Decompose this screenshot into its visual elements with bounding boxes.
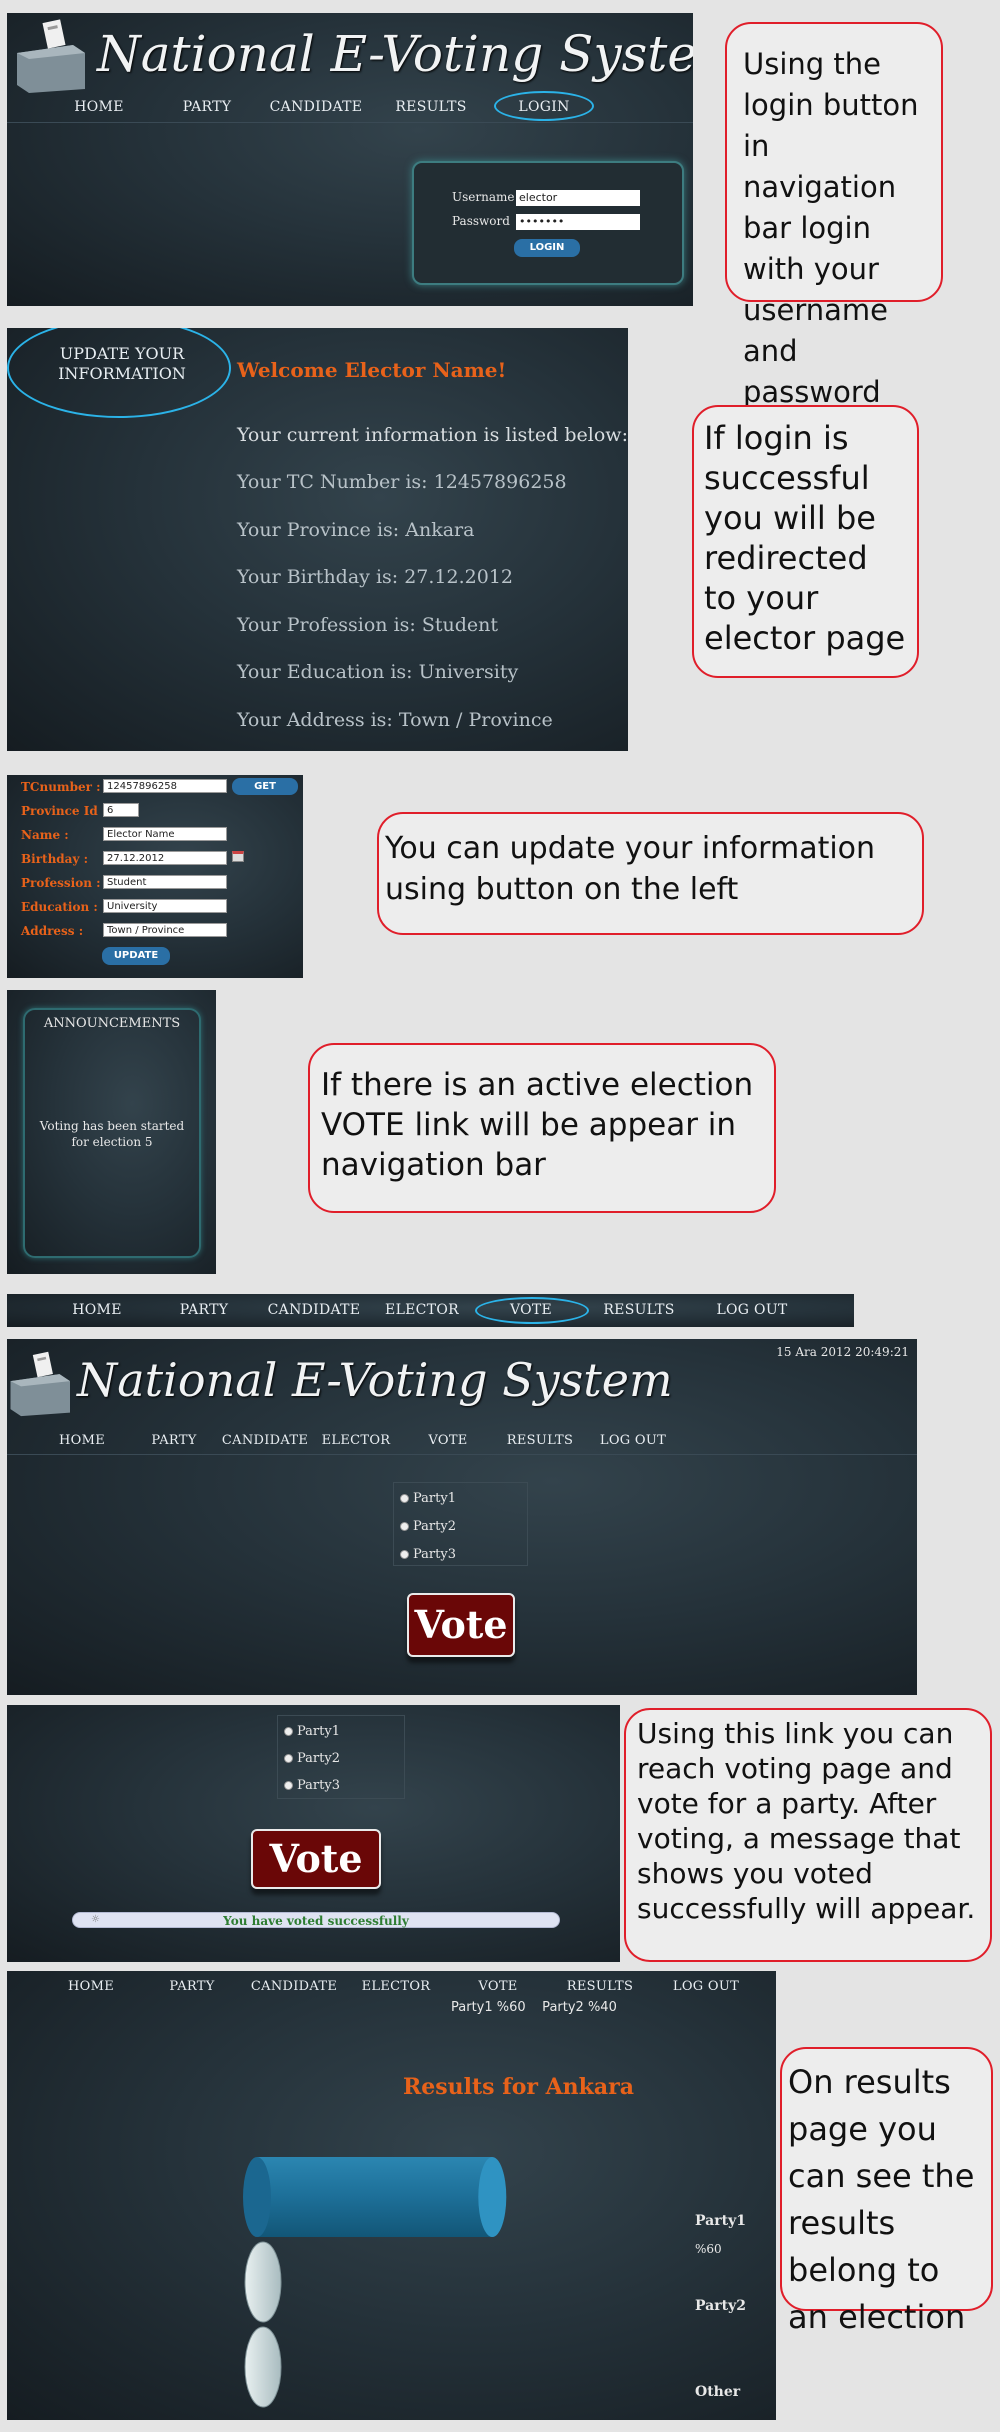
result-label-percent: %60 xyxy=(695,2242,722,2256)
nav-logout[interactable]: LOG OUT xyxy=(600,1433,666,1448)
nav-bar-login: HOME PARTY CANDIDATE RESULTS LOGIN xyxy=(7,91,693,123)
nav-party[interactable]: PARTY xyxy=(183,99,232,115)
education-label: Education : xyxy=(21,900,98,914)
nav-candidate[interactable]: CANDIDATE xyxy=(270,99,363,115)
profession-label: Profession : xyxy=(21,876,101,890)
nav-logout[interactable]: LOG OUT xyxy=(716,1302,787,1318)
login-button[interactable]: LOGIN xyxy=(514,239,580,257)
app-title: National E-Voting System xyxy=(97,25,693,83)
calendar-icon[interactable] xyxy=(232,851,244,862)
nav-vote-panel: HOME PARTY CANDIDATE ELECTOR VOTE RESULT… xyxy=(7,1294,854,1327)
nav-home[interactable]: HOME xyxy=(72,1302,121,1318)
result-bar-other xyxy=(244,2326,282,2408)
address-input[interactable]: Town / Province xyxy=(103,923,227,937)
address-label: Address : xyxy=(21,924,84,938)
elector-page-panel: UPDATE YOUR INFORMATION Welcome Elector … xyxy=(7,328,628,751)
info-line-address: Your Address is: Town / Province xyxy=(237,709,553,731)
birthday-label: Birthday : xyxy=(21,852,89,866)
password-label: Password xyxy=(452,214,510,228)
announcements-panel: ANNOUNCEMENTS Voting has been started fo… xyxy=(7,990,216,1274)
party-option-3[interactable]: Party3 xyxy=(400,1547,456,1562)
nav-bar-vote: HOME PARTY CANDIDATE ELECTOR VOTE RESULT… xyxy=(7,1427,917,1455)
party-options-box: Party1 Party2 Party3 xyxy=(277,1715,405,1799)
vote-button[interactable]: Vote xyxy=(251,1829,381,1889)
app-title: National E-Voting System xyxy=(77,1353,673,1407)
callout-results: On results page you can see the results … xyxy=(780,2047,993,2336)
announcements-title: ANNOUNCEMENTS xyxy=(43,1016,181,1031)
success-message: You have voted successfully xyxy=(223,1914,409,1928)
party-option-2[interactable]: Party2 xyxy=(400,1519,456,1534)
callout-update: You can update your information using bu… xyxy=(377,812,924,935)
nav-home[interactable]: HOME xyxy=(74,99,123,115)
nav-vote[interactable]: VOTE xyxy=(510,1302,552,1318)
timestamp: 15 Ara 2012 20:49:21 xyxy=(776,1345,909,1359)
update-info-link[interactable]: UPDATE YOUR INFORMATION xyxy=(47,344,197,384)
success-message-bar: ☼ You have voted successfully xyxy=(72,1912,560,1928)
callout-login: Using the login button in navigation bar… xyxy=(725,22,943,409)
result-bar-party2 xyxy=(244,2241,282,2323)
profession-input[interactable]: Student xyxy=(103,875,227,889)
get-button[interactable]: GET xyxy=(232,778,298,795)
result-label-other: Other xyxy=(695,2384,741,2400)
name-label: Name : xyxy=(21,828,69,842)
party-option-1[interactable]: Party1 xyxy=(400,1491,456,1506)
login-box: Username elector Password ••••••• LOGIN xyxy=(412,161,684,285)
party-option-3[interactable]: Party3 xyxy=(284,1778,340,1793)
party-option-2[interactable]: Party2 xyxy=(284,1751,340,1766)
info-line-intro: Your current information is listed below… xyxy=(237,424,628,446)
nav-candidate[interactable]: CANDIDATE xyxy=(268,1302,361,1318)
name-input[interactable]: Elector Name xyxy=(103,827,227,841)
result-label-party1: Party1 xyxy=(695,2213,746,2229)
nav-elector[interactable]: ELECTOR xyxy=(322,1433,391,1448)
announcements-box: ANNOUNCEMENTS Voting has been started fo… xyxy=(23,1008,201,1258)
education-input[interactable]: University xyxy=(103,899,227,913)
password-input[interactable]: ••••••• xyxy=(516,214,640,230)
callout-vote: Using this link you can reach voting pag… xyxy=(624,1708,992,1962)
birthday-input[interactable]: 27.12.2012 xyxy=(103,851,227,865)
info-line-province: Your Province is: Ankara xyxy=(237,519,475,541)
nav-login[interactable]: LOGIN xyxy=(518,99,569,115)
update-button[interactable]: UPDATE xyxy=(102,947,170,965)
nav-party[interactable]: PARTY xyxy=(151,1433,196,1448)
province-input[interactable]: 6 xyxy=(103,803,139,817)
vote-page-panel: 15 Ara 2012 20:49:21 National E-Voting S… xyxy=(7,1339,917,1695)
username-label: Username xyxy=(452,190,515,204)
nav-elector[interactable]: ELECTOR xyxy=(385,1302,459,1318)
info-line-birthday: Your Birthday is: 27.12.2012 xyxy=(237,566,514,588)
nav-results[interactable]: RESULTS xyxy=(507,1433,573,1448)
nav-home[interactable]: HOME xyxy=(59,1433,105,1448)
nav-results[interactable]: RESULTS xyxy=(603,1302,674,1318)
username-input[interactable]: elector xyxy=(516,190,640,206)
results-page-panel: HOME PARTY CANDIDATE ELECTOR VOTE RESULT… xyxy=(7,1971,776,2420)
login-page-panel: National E-Voting System HOME PARTY CAND… xyxy=(7,13,693,306)
tc-input[interactable]: 12457896258 xyxy=(103,779,227,793)
vote-button[interactable]: Vote xyxy=(407,1593,515,1657)
callout-elector: If login is successful you will be redir… xyxy=(692,405,919,678)
nav-bar-logged: HOME PARTY CANDIDATE ELECTOR VOTE RESULT… xyxy=(7,1294,854,1327)
ballot-box-icon xyxy=(10,1351,70,1417)
result-label-party2: Party2 xyxy=(695,2298,746,2314)
nav-candidate[interactable]: CANDIDATE xyxy=(222,1433,308,1448)
callout-announcement: If there is an active election VOTE link… xyxy=(308,1043,776,1213)
nav-vote[interactable]: VOTE xyxy=(428,1433,467,1448)
info-line-profession: Your Profession is: Student xyxy=(237,614,498,636)
welcome-heading: Welcome Elector Name! xyxy=(237,358,507,382)
ballot-box-icon xyxy=(17,19,85,93)
nav-results[interactable]: RESULTS xyxy=(395,99,466,115)
results-chart xyxy=(243,2157,507,2408)
party-option-1[interactable]: Party1 xyxy=(284,1724,340,1739)
party-options-box: Party1 Party2 Party3 xyxy=(393,1482,528,1566)
province-label: Province Id : xyxy=(21,804,107,818)
result-bar-party1 xyxy=(243,2157,507,2237)
info-line-tc: Your TC Number is: 12457896258 xyxy=(237,471,567,493)
tc-label: TCnumber : xyxy=(21,780,101,794)
info-line-education: Your Education is: University xyxy=(237,661,519,683)
vote-success-panel: Party1 Party2 Party3 Vote ☼ You have vot… xyxy=(7,1705,620,1962)
announcement-text: Voting has been started for election 5 xyxy=(39,1119,185,1149)
nav-party[interactable]: PARTY xyxy=(180,1302,229,1318)
update-form-panel: TCnumber : 12457896258 GET Province Id :… xyxy=(7,775,303,978)
